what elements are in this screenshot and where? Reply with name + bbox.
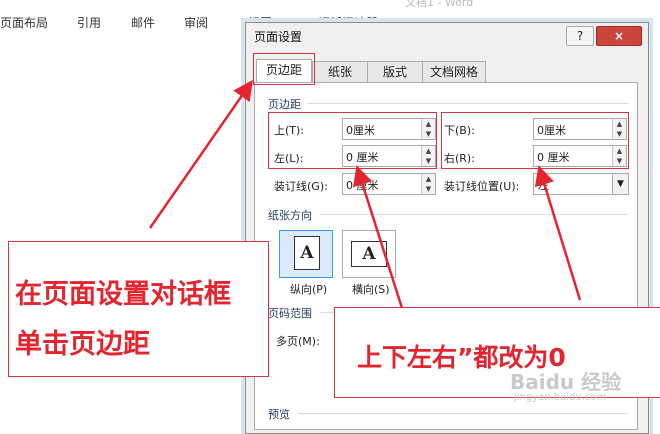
annotation-arrows: [148, 79, 582, 309]
arrow-to-margins-tab: [148, 79, 253, 229]
watermark-logo: Baidu 经验: [510, 370, 622, 394]
arrow-to-top-left-fields: [353, 165, 404, 309]
watermark-url: jingyan.baidu.com: [514, 392, 607, 403]
arrow-to-bottom-right-fields: [534, 165, 582, 301]
